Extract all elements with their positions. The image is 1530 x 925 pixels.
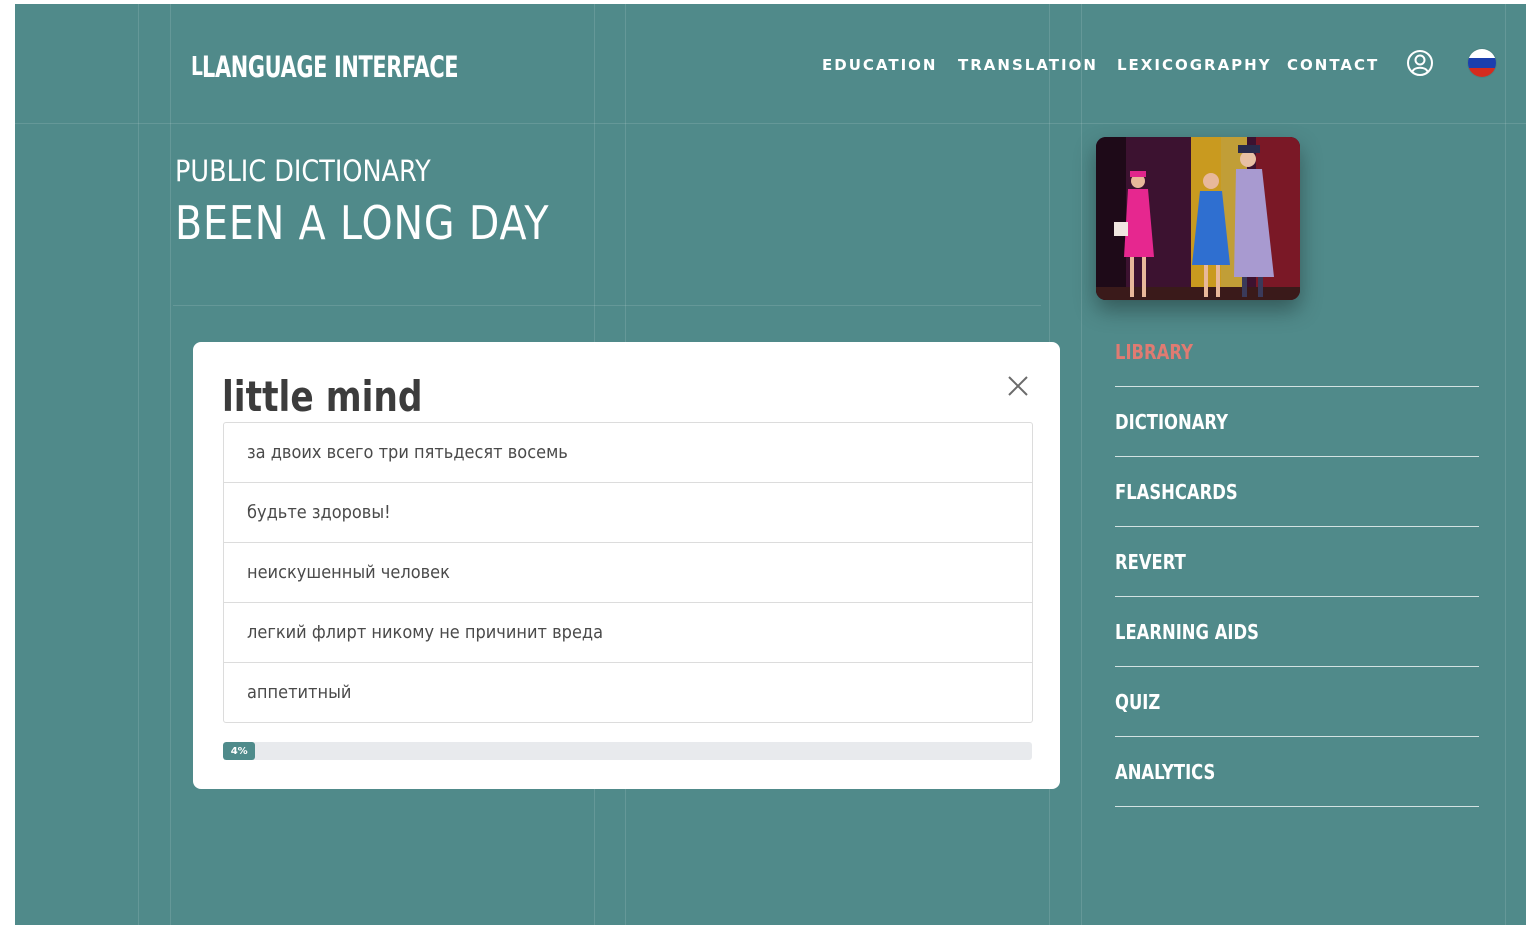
menu-item-label: FLASHCARDS [1115,479,1238,504]
answer-option-text: легкий флирт никому не причинит вреда [247,622,604,643]
menu-item-dictionary[interactable]: DICTIONARY [1115,387,1479,457]
user-account-icon[interactable] [1406,49,1434,77]
menu-item-flashcards[interactable]: FLASHCARDS [1115,457,1479,527]
answer-option-text: неискушенный человек [247,562,450,583]
answer-option-text: будьте здоровы! [247,502,391,523]
russian-flag-icon[interactable] [1468,49,1496,77]
menu-item-label: QUIZ [1115,689,1161,714]
menu-item-label: LEARNING AIDS [1115,619,1259,644]
close-icon[interactable] [1007,375,1029,397]
answer-option[interactable]: неискушенный человек [224,543,1032,603]
nav-education[interactable]: EDUCATION [822,56,937,74]
logo-text: LANGUAGE INTERFACE [201,50,459,84]
header-divider [15,123,1526,124]
side-menu: LIBRARY DICTIONARY FLASHCARDS REVERT LEA… [1115,317,1479,807]
menu-item-label: ANALYTICS [1115,759,1216,784]
answer-list: за двоих всего три пятьдесят восемь будь… [223,422,1033,723]
section-kicker: PUBLIC DICTIONARY [175,154,431,188]
menu-item-label: DICTIONARY [1115,409,1229,434]
title-divider [173,305,1041,306]
menu-item-learning-aids[interactable]: LEARNING AIDS [1115,597,1479,667]
menu-item-quiz[interactable]: QUIZ [1115,667,1479,737]
answer-option[interactable]: аппетитный [224,663,1032,722]
answer-option-text: аппетитный [247,682,352,703]
grid-line [1081,4,1082,925]
page-background: L LANGUAGE INTERFACE EDUCATION TRANSLATI… [15,4,1526,925]
logo-mark: L [191,52,203,82]
page-title: BEEN A LONG DAY [175,196,550,250]
stage-performance-thumbnail[interactable] [1096,137,1300,300]
quiz-progress-bar: 4% [223,742,1032,760]
grid-line [170,4,171,925]
menu-item-revert[interactable]: REVERT [1115,527,1479,597]
answer-option[interactable]: легкий флирт никому не причинит вреда [224,603,1032,663]
nav-lexicography[interactable]: LEXICOGRAPHY [1117,56,1272,74]
site-logo[interactable]: L LANGUAGE INTERFACE [191,47,557,87]
grid-line [138,4,139,925]
menu-item-label: LIBRARY [1115,339,1193,364]
nav-translation[interactable]: TRANSLATION [958,56,1098,74]
answer-option[interactable]: за двоих всего три пятьдесят восемь [224,423,1032,483]
nav-contact[interactable]: CONTACT [1287,56,1379,74]
menu-item-library[interactable]: LIBRARY [1115,317,1479,387]
progress-fill: 4% [223,742,256,760]
grid-line [1505,4,1506,925]
menu-item-analytics[interactable]: ANALYTICS [1115,737,1479,807]
quiz-modal: little mind за двоих всего три пятьдесят… [193,342,1060,789]
quiz-question: little mind [222,372,423,421]
answer-option-text: за двоих всего три пятьдесят восемь [247,442,568,463]
answer-option[interactable]: будьте здоровы! [224,483,1032,543]
menu-item-label: REVERT [1115,549,1186,574]
